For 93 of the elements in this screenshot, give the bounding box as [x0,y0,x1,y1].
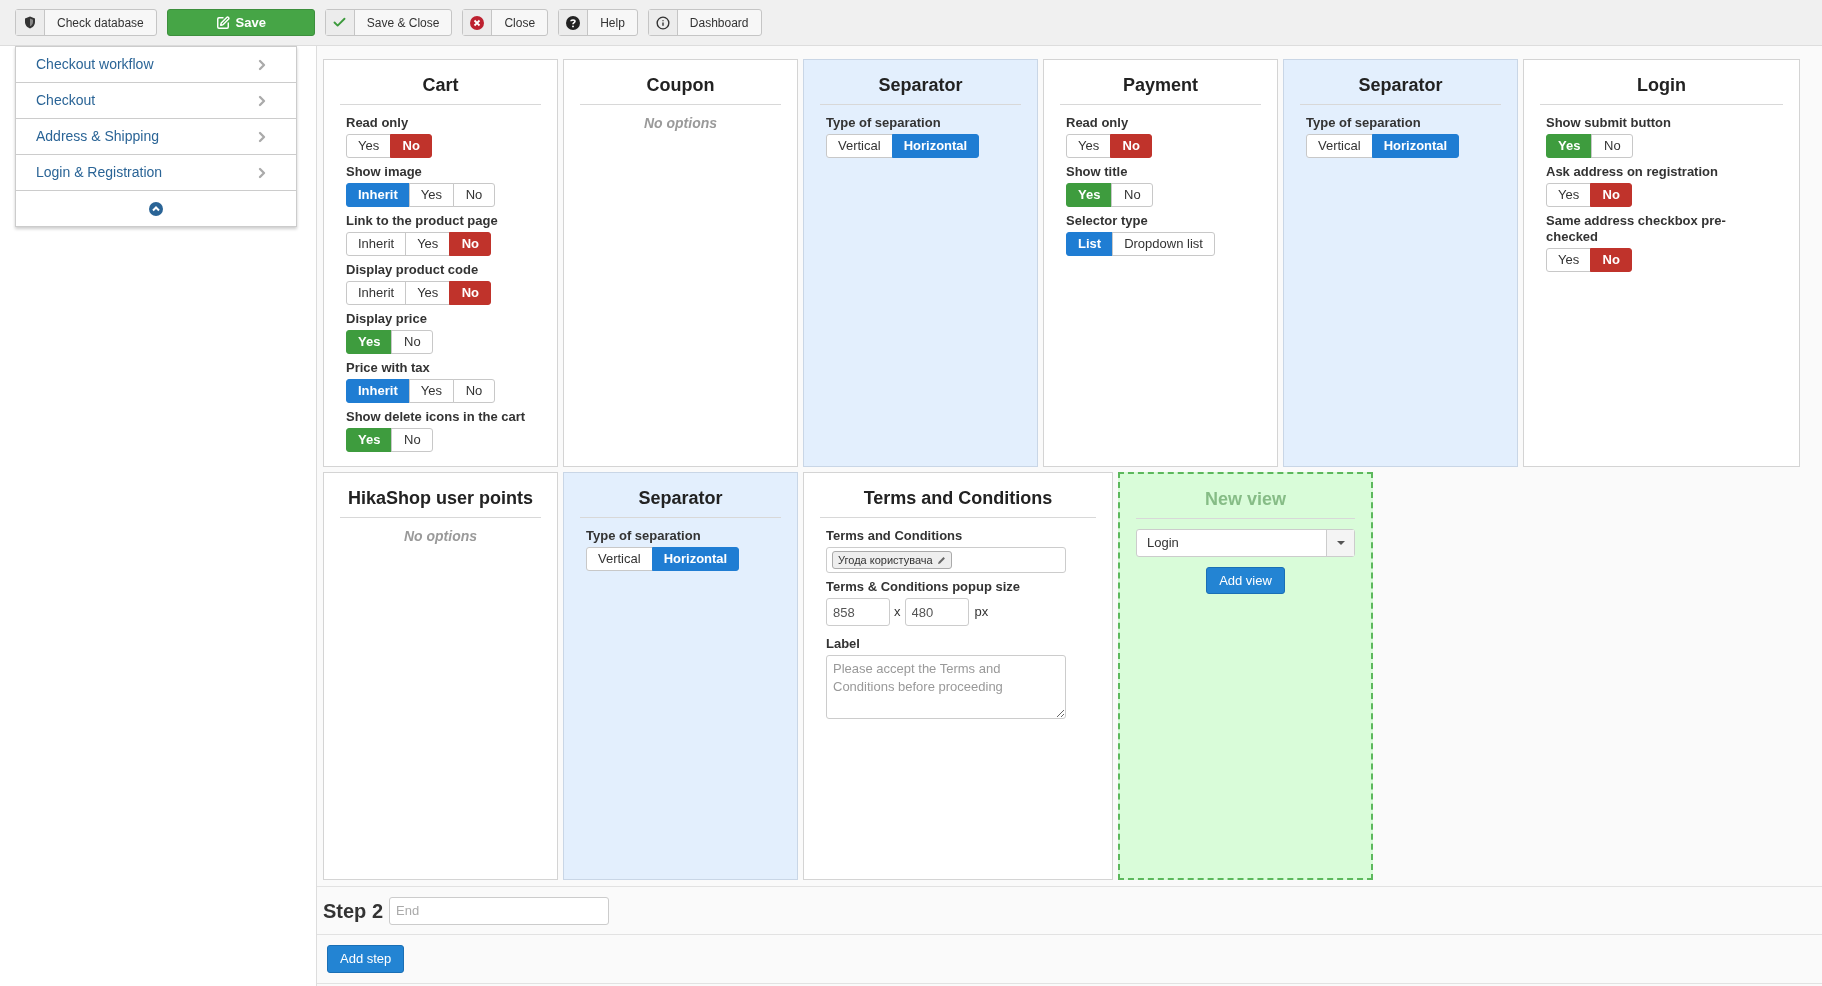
toggle-option[interactable]: No [1590,248,1633,272]
toolbar-button[interactable]: Close [462,9,549,36]
toggle-option[interactable]: Inherit [346,281,407,305]
empty-message: No options [403,527,478,546]
sidebar-item[interactable]: Checkout workflow [16,47,296,83]
toggle-option[interactable]: Inherit [346,379,410,403]
panel-title: HikaShop user points [348,487,533,510]
check-icon [332,15,348,30]
toggle-option[interactable]: No [391,330,434,354]
toggle-option[interactable]: No [452,183,495,207]
close-icon [470,15,485,30]
label-textarea[interactable]: Please accept the Terms and Conditions before proceeding [826,655,1066,719]
option-label: Display price [346,311,428,327]
toggle-option[interactable]: Inherit [346,232,407,256]
option-label: Read only [346,115,410,131]
empty-message: No options [643,114,718,133]
toggle-option[interactable]: Yes [346,134,392,158]
toggle-option[interactable]: Vertical [586,547,653,571]
toggle-option[interactable]: Horizontal [891,134,980,158]
toggle-option[interactable]: No [449,232,492,256]
option-label: Type of separation [586,528,702,544]
size-separator: x [894,603,901,622]
option-label: Display product code [346,262,480,278]
toggle-option[interactable]: No [1111,183,1154,207]
toggle-option[interactable]: No [1110,134,1153,158]
toolbar-button[interactable]: Dashboard [647,9,762,36]
tag-field[interactable]: Угода користувача [826,547,1066,573]
sidebar-item[interactable]: Address & Shipping [16,119,296,155]
toggle-option[interactable]: No [391,428,434,452]
panel-title: Separator [878,74,963,97]
toggle-option[interactable]: Horizontal [1371,134,1460,158]
option-label: Link to the product page [346,213,499,229]
toggle-option[interactable]: Yes [405,281,451,305]
option-label: Type of separation [1306,115,1422,131]
panel-title: Coupon [646,74,715,97]
option-label: Terms & Conditions popup size [826,579,1022,595]
sidebar-item[interactable]: Login & Registration [16,155,296,191]
toggle-option[interactable]: Yes [1066,134,1112,158]
panel-title: Payment [1122,74,1198,97]
sidebar-item[interactable]: Checkout [16,83,296,119]
option-label: Same address checkbox pre-checked [1546,213,1727,245]
toggle-option[interactable]: No [449,281,492,305]
toggle-option[interactable]: Yes [408,379,454,403]
toolbar-button[interactable]: Help [558,9,638,36]
collapse-icon[interactable] [149,201,163,216]
add-view-button[interactable]: Add view [1206,567,1285,594]
toggle-option[interactable]: Inherit [346,183,410,207]
unit-label: px [974,603,989,622]
step-title: Step 2 [323,898,384,924]
height-field[interactable]: 480 [904,598,969,626]
option-label: Show submit button [1546,115,1672,131]
toggle-option[interactable]: Yes [408,183,454,207]
tag-chip[interactable]: Угода користувача [832,551,952,569]
toggle-option[interactable]: Vertical [826,134,893,158]
caret-icon [1336,541,1345,545]
toggle-option[interactable]: Yes [1546,248,1592,272]
toolbar-button[interactable]: Save & Close [324,9,453,36]
shield-icon [24,16,36,29]
option-label: Label [826,636,861,652]
panel-title: Separator [1358,74,1443,97]
option-label: Terms and Conditions [826,528,964,544]
panel-title: Cart [422,74,459,97]
option-label: Show title [1066,164,1129,180]
edit-icon [215,15,230,30]
option-label: Selector type [1066,213,1149,229]
toggle-option[interactable]: Horizontal [651,547,740,571]
toggle-option[interactable]: Yes [405,232,451,256]
view-select[interactable]: Login [1136,529,1355,557]
toggle-option[interactable]: Dropdown list [1112,232,1215,256]
toggle-option[interactable]: No [1591,134,1634,158]
toggle-option[interactable]: No [1590,183,1633,207]
option-label: Show image [346,164,423,180]
option-label: Read only [1066,115,1130,131]
toolbar-button[interactable]: Check database [15,9,157,36]
step-name-field[interactable]: End [389,896,610,925]
option-label: Ask address on registration [1546,164,1719,180]
width-field[interactable]: 858 [826,598,890,626]
toggle-option[interactable]: Yes [1546,183,1592,207]
toggle-option[interactable]: No [452,379,495,403]
panel-title: Terms and Conditions [863,487,1053,510]
panel-title: New view [1204,488,1286,511]
pencil-icon [936,555,946,565]
toggle-option[interactable]: Vertical [1306,134,1373,158]
info-icon [655,15,670,30]
toggle-option[interactable]: No [390,134,433,158]
panel-title: Login [1637,74,1686,97]
option-label: Type of separation [826,115,942,131]
add-step-button[interactable]: Add step [327,945,405,973]
help-icon [566,15,581,30]
option-label: Price with tax [346,360,431,376]
panel-title: Separator [638,487,723,510]
toggle-option[interactable]: List [1066,232,1114,256]
option-label: Show delete icons in the cart [346,409,527,425]
